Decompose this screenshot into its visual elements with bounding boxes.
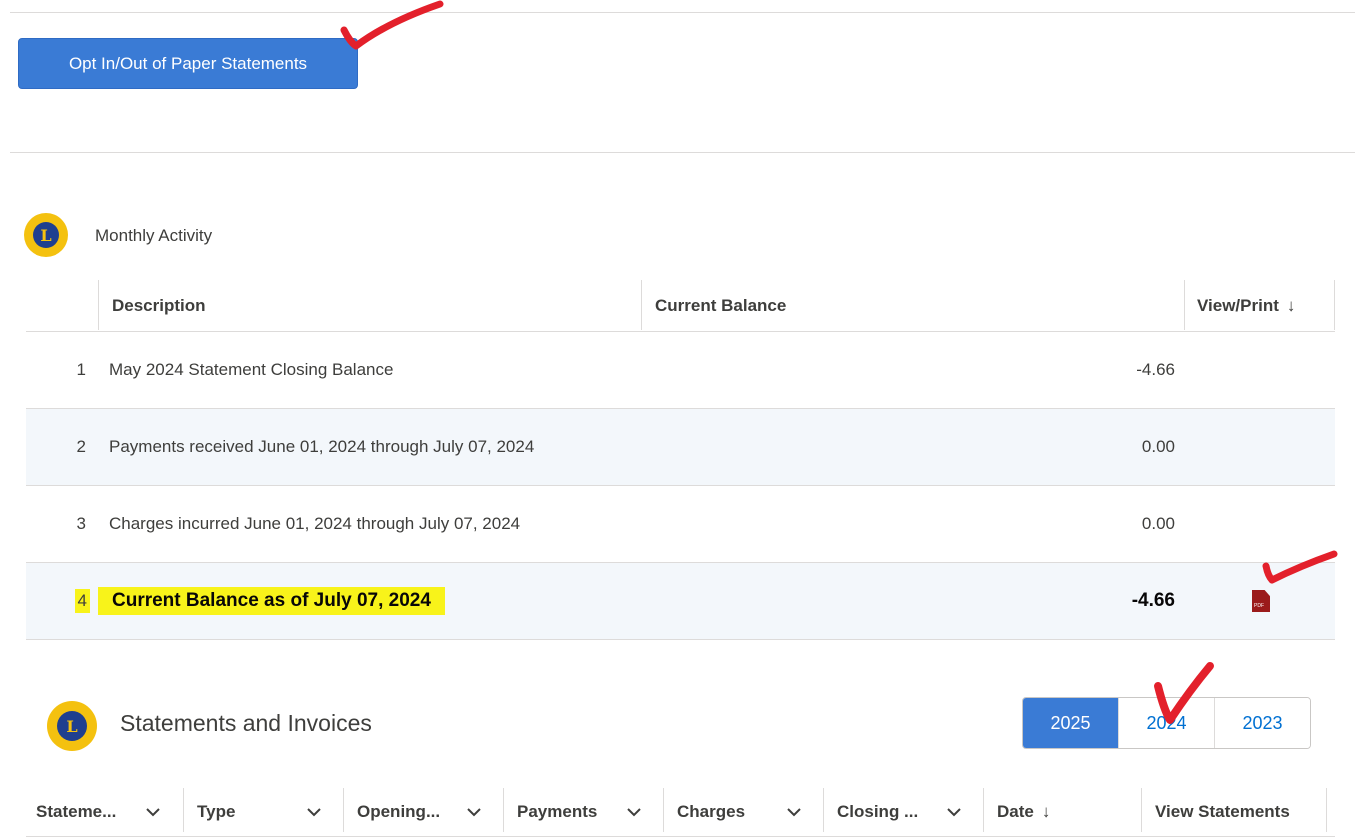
monthly-activity-table: Description Current Balance View/Print ↓… — [26, 280, 1335, 640]
tab-2025[interactable]: 2025 — [1023, 698, 1118, 748]
chevron-down-icon[interactable] — [784, 802, 804, 822]
checkmark-annotation-icon — [1262, 550, 1338, 584]
row-balance: -4.66 — [1131, 590, 1175, 611]
monthly-activity-title: Monthly Activity — [95, 226, 213, 245]
row-number: 2 — [76, 437, 86, 456]
column-view-print[interactable]: View/Print ↓ — [1197, 280, 1295, 332]
chevron-down-icon[interactable] — [944, 802, 964, 822]
row-description: Payments received June 01, 2024 through … — [109, 437, 535, 456]
column-opening[interactable]: Opening... — [357, 784, 492, 840]
row-balance: -4.66 — [1136, 360, 1175, 379]
column-divider — [1184, 280, 1185, 330]
arrow-down-icon: ↓ — [1041, 802, 1051, 821]
tab-2023[interactable]: 2023 — [1214, 698, 1310, 748]
column-divider — [641, 280, 642, 330]
top-divider — [10, 12, 1355, 13]
column-charges[interactable]: Charges — [677, 784, 812, 840]
lions-logo-icon: L — [24, 213, 68, 257]
chevron-down-icon[interactable] — [624, 802, 644, 822]
lions-logo-icon: L — [47, 701, 97, 751]
column-description[interactable]: Description — [112, 280, 206, 332]
column-divider — [983, 788, 984, 832]
row-balance: 0.00 — [1141, 514, 1175, 533]
column-divider — [1141, 788, 1142, 832]
chevron-down-icon[interactable] — [304, 802, 324, 822]
paper-statements-button[interactable]: Opt In/Out of Paper Statements — [18, 38, 358, 89]
row-description: Current Balance as of July 07, 2024 — [98, 563, 445, 639]
arrow-down-icon: ↓ — [1286, 296, 1296, 315]
row-number: 4 — [70, 563, 90, 639]
column-divider — [183, 788, 184, 832]
row-number: 1 — [76, 360, 86, 379]
column-closing[interactable]: Closing ... — [837, 784, 972, 840]
column-divider — [823, 788, 824, 832]
table-row-total: 4 Current Balance as of July 07, 2024 -4… — [26, 563, 1335, 640]
column-type[interactable]: Type — [197, 784, 332, 840]
table-row: 1 May 2024 Statement Closing Balance -4.… — [26, 332, 1335, 409]
section-divider — [10, 152, 1355, 153]
table-row: 3 Charges incurred June 01, 2024 through… — [26, 486, 1335, 563]
checkmark-annotation-icon — [1154, 662, 1214, 724]
checkmark-annotation-icon — [340, 0, 444, 50]
column-divider — [1326, 788, 1327, 832]
table-header: Description Current Balance View/Print ↓ — [26, 280, 1335, 332]
column-divider — [1334, 280, 1335, 330]
statements-table-header: Stateme... Type Opening... Payments Char… — [26, 784, 1335, 840]
row-description: Charges incurred June 01, 2024 through J… — [109, 514, 521, 533]
column-divider — [503, 788, 504, 832]
header-bottom-border — [26, 836, 1335, 837]
chevron-down-icon[interactable] — [464, 802, 484, 822]
column-current-balance[interactable]: Current Balance — [655, 280, 786, 332]
table-row: 2 Payments received June 01, 2024 throug… — [26, 409, 1335, 486]
row-number: 3 — [76, 514, 86, 533]
column-divider — [98, 280, 99, 330]
statements-title: Statements and Invoices — [120, 710, 372, 736]
column-payments[interactable]: Payments — [517, 784, 652, 840]
row-balance: 0.00 — [1141, 437, 1175, 456]
chevron-down-icon[interactable] — [143, 802, 163, 822]
column-divider — [663, 788, 664, 832]
column-divider — [343, 788, 344, 832]
column-statement[interactable]: Stateme... — [36, 784, 171, 840]
pdf-icon[interactable] — [1252, 590, 1270, 612]
column-view-statements[interactable]: View Statements — [1155, 784, 1290, 840]
row-description: May 2024 Statement Closing Balance — [109, 360, 394, 379]
column-date[interactable]: Date ↓ — [997, 784, 1050, 840]
